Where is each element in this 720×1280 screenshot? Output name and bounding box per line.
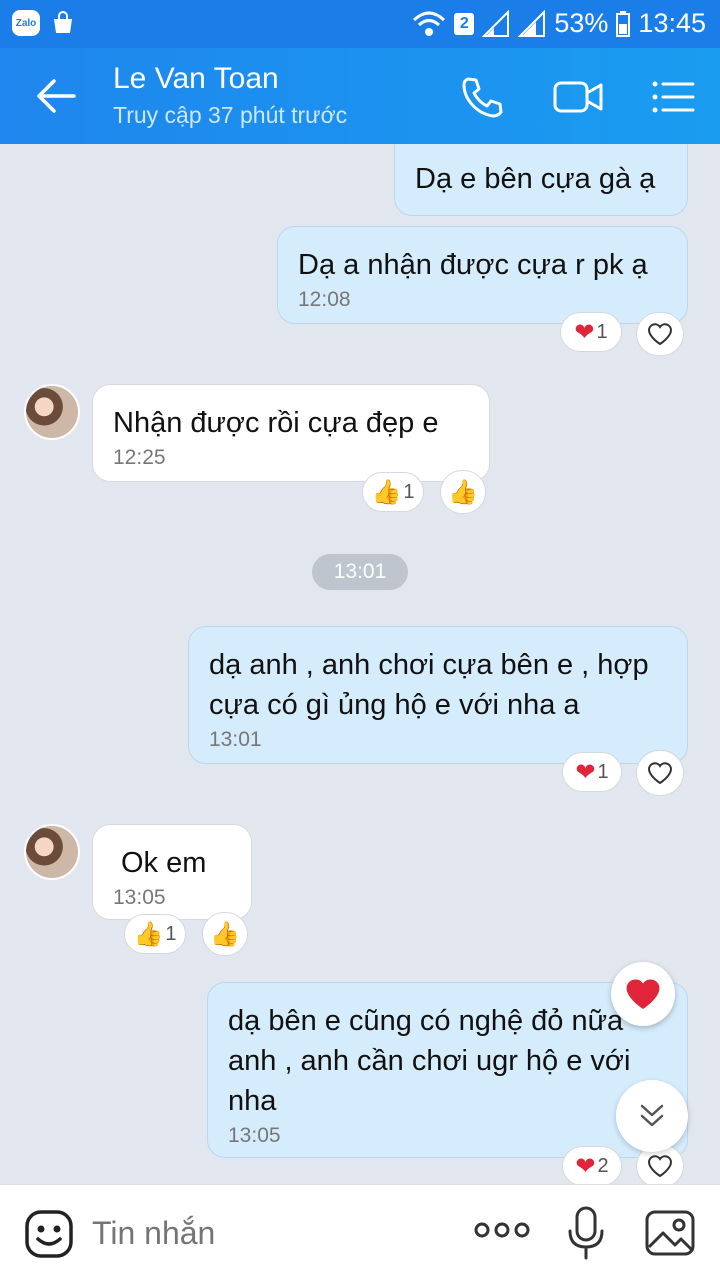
back-arrow-icon[interactable] [36, 78, 76, 114]
heart-icon: ❤ [574, 318, 595, 346]
signal-icon-2 [518, 9, 546, 37]
chat-area[interactable]: Dạ e bên cựa gà ạ Dạ a nhận được cựa r p… [0, 144, 720, 1184]
message-text-line: dạ bên e cũng có nghệ đỏ nữa [228, 1005, 624, 1037]
message-text: Dạ a nhận được cựa r pk ạ [298, 249, 648, 281]
react-button[interactable]: 👍 [202, 912, 248, 956]
heart-icon: ❤ [575, 1152, 596, 1180]
reaction-summary[interactable]: 👍 1 [124, 914, 186, 954]
message-text: Ok em [121, 847, 207, 879]
time-divider: 13:01 [312, 554, 408, 590]
chat-header: Le Van Toan Truy cập 37 phút trước [0, 48, 720, 144]
message-time: 12:25 [113, 446, 166, 469]
reaction-summary[interactable]: ❤ 2 [562, 1146, 622, 1184]
message-bubble[interactable]: Dạ e bên cựa gà ạ [394, 144, 688, 216]
video-call-icon[interactable] [552, 74, 604, 120]
message-text: Nhận được rồi cựa đẹp e [113, 407, 439, 439]
emoji-icon[interactable] [24, 1209, 74, 1259]
message-input-bar [0, 1184, 720, 1280]
heart-icon: ❤ [575, 758, 596, 786]
message-bubble[interactable]: dạ anh , anh chơi cựa bên e , hợp cựa có… [188, 626, 688, 764]
scroll-to-bottom-button[interactable] [616, 1080, 688, 1152]
sim-badge: 2 [454, 12, 475, 35]
shopping-bag-icon [54, 11, 72, 33]
contact-name[interactable]: Le Van Toan [113, 62, 279, 96]
clock: 13:45 [638, 8, 706, 38]
message-time: 12:08 [298, 288, 351, 311]
reaction-count: 1 [403, 480, 415, 503]
reaction-count: 2 [597, 1154, 609, 1177]
zalo-notification-icon: Zalo [12, 10, 40, 36]
message-input[interactable] [92, 1209, 432, 1257]
message-text-line: dạ anh , anh chơi cựa bên e , hợp [209, 649, 649, 681]
heart-outline-icon [647, 1155, 673, 1178]
reaction-count: 1 [165, 922, 177, 945]
thumbs-up-icon: 👍 [371, 478, 402, 506]
image-icon[interactable] [644, 1209, 696, 1257]
microphone-icon[interactable] [566, 1205, 606, 1261]
message-text: Dạ e bên cựa gà ạ [415, 163, 656, 195]
heart-outline-icon [647, 762, 673, 785]
heart-icon [626, 979, 660, 1009]
message-time: 13:01 [209, 728, 262, 751]
signal-icon [482, 9, 510, 37]
battery-icon [616, 10, 631, 37]
message-text-line: anh , anh cần chơi ugr hộ e với [228, 1045, 631, 1077]
last-seen-status: Truy cập 37 phút trước [113, 102, 348, 128]
battery-percent: 53% [554, 8, 609, 38]
thumbs-up-icon: 👍 [448, 478, 478, 506]
status-bar: Zalo 2 53% 13:45 [0, 0, 720, 48]
reaction-count: 1 [597, 760, 609, 783]
message-time: 13:05 [113, 886, 166, 909]
contact-avatar[interactable] [24, 824, 80, 880]
react-button[interactable] [636, 750, 684, 796]
message-text-line: nha [228, 1085, 277, 1117]
reaction-summary[interactable]: 👍 1 [362, 472, 424, 512]
message-bubble[interactable]: Ok em 13:05 [92, 824, 252, 920]
react-button[interactable]: 👍 [440, 470, 486, 514]
reaction-summary[interactable]: ❤ 1 [560, 312, 622, 352]
heart-outline-icon [647, 323, 673, 346]
phone-icon[interactable] [458, 74, 504, 120]
message-bubble[interactable]: Nhận được rồi cựa đẹp e 12:25 [92, 384, 490, 482]
message-text-line: cựa có gì ủng hộ e với nha a [209, 689, 580, 721]
quick-heart-reaction[interactable] [611, 962, 675, 1026]
chevron-double-down-icon [640, 1104, 664, 1127]
reaction-count: 1 [596, 320, 608, 343]
wifi-icon [413, 11, 446, 36]
contact-avatar[interactable] [24, 384, 80, 440]
thumbs-up-icon: 👍 [133, 920, 164, 948]
more-dots-icon[interactable] [474, 1215, 530, 1245]
message-bubble[interactable]: Dạ a nhận được cựa r pk ạ 12:08 [277, 226, 688, 324]
reaction-summary[interactable]: ❤ 1 [562, 752, 622, 792]
thumbs-up-icon: 👍 [210, 920, 240, 948]
react-button[interactable] [636, 312, 684, 356]
menu-list-icon[interactable] [650, 74, 696, 120]
